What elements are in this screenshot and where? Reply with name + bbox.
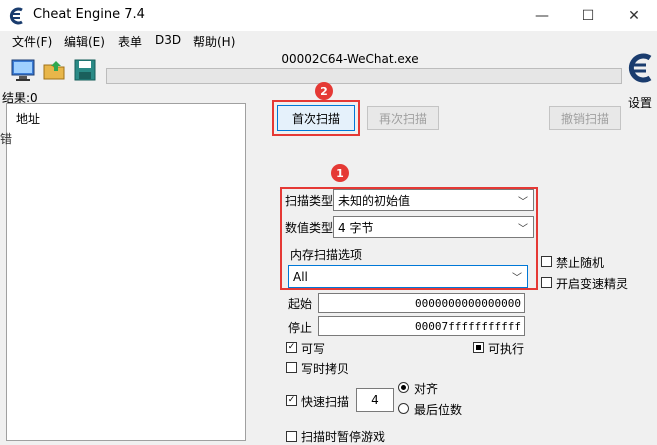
folder-open-icon xyxy=(43,61,65,80)
maximize-button[interactable]: ☐ xyxy=(565,0,611,31)
menu-edit[interactable]: 编辑(E) xyxy=(64,33,105,50)
annotation-badge-1: 1 xyxy=(331,164,349,182)
scan-progress-bar xyxy=(106,68,622,84)
executable-label: 可执行 xyxy=(488,342,525,356)
window-title: Cheat Engine 7.4 xyxy=(33,7,145,22)
annotation-badge-2: 2 xyxy=(315,82,333,100)
start-address-input[interactable]: 0000000000000000 xyxy=(318,293,525,313)
next-scan-button[interactable]: 再次扫描 xyxy=(367,106,439,130)
memory-region-select[interactable]: All ﹀ xyxy=(288,265,528,288)
chevron-down-icon: ﹀ xyxy=(518,224,528,235)
open-file-button[interactable] xyxy=(40,55,70,85)
computer-icon xyxy=(11,59,35,81)
chevron-down-icon: ﹀ xyxy=(512,273,522,284)
chevron-down-icon: ﹀ xyxy=(518,197,528,208)
close-button[interactable]: ✕ xyxy=(611,0,657,31)
stop-address-input[interactable]: 00007fffffffffff xyxy=(318,316,525,336)
start-label: 起始 xyxy=(288,297,313,311)
pause-game-label: 扫描时暂停游戏 xyxy=(301,430,386,444)
fast-scan-value-input[interactable]: 4 xyxy=(356,388,394,412)
scan-type-value: 未知的初始值 xyxy=(338,193,411,208)
writable-label: 可写 xyxy=(301,342,326,356)
save-button[interactable] xyxy=(70,55,100,85)
align-radio[interactable] xyxy=(398,382,409,393)
menu-file[interactable]: 文件(F) xyxy=(12,33,52,50)
menu-table[interactable]: 表单 xyxy=(118,33,142,50)
menu-d3d[interactable]: D3D xyxy=(155,33,181,47)
disable-random-label: 禁止随机 xyxy=(556,256,605,270)
memory-region-value: All xyxy=(293,269,308,284)
undo-scan-button[interactable]: 撤销扫描 xyxy=(549,106,621,130)
enable-speedhack-label: 开启变速精灵 xyxy=(556,277,629,291)
cheat-engine-logo-icon[interactable] xyxy=(626,52,654,84)
menu-help[interactable]: 帮助(H) xyxy=(193,33,235,50)
enable-speedhack-checkbox[interactable] xyxy=(541,277,552,288)
stop-label: 停止 xyxy=(288,321,313,335)
copy-on-write-checkbox[interactable] xyxy=(286,362,297,373)
pause-game-checkbox[interactable] xyxy=(286,431,297,442)
value-type-value: 4 字节 xyxy=(338,220,374,235)
left-edge-label: 错 xyxy=(0,132,13,146)
address-column-header[interactable]: 地址 xyxy=(16,110,40,127)
fast-scan-checkbox[interactable]: ✓ xyxy=(286,395,297,406)
last-digits-radio[interactable] xyxy=(398,403,409,414)
last-digits-label: 最后位数 xyxy=(414,403,463,417)
memory-options-label: 内存扫描选项 xyxy=(290,248,363,262)
value-type-select[interactable]: 4 字节 ﹀ xyxy=(333,216,534,238)
minimize-button[interactable]: — xyxy=(519,0,565,31)
scan-type-select[interactable]: 未知的初始值 ﹀ xyxy=(333,189,534,211)
scan-type-label: 扫描类型 xyxy=(285,194,334,208)
first-scan-button[interactable]: 首次扫描 xyxy=(277,105,355,131)
floppy-disk-icon xyxy=(74,59,96,81)
process-name: 00002C64-WeChat.exe xyxy=(281,52,419,66)
fast-scan-label: 快速扫描 xyxy=(301,395,350,409)
align-label: 对齐 xyxy=(414,382,439,396)
value-type-label: 数值类型 xyxy=(285,221,334,235)
executable-checkbox[interactable] xyxy=(473,342,484,353)
cheat-engine-icon xyxy=(8,7,26,25)
disable-random-checkbox[interactable] xyxy=(541,256,552,267)
open-process-button[interactable] xyxy=(8,55,38,85)
settings-label[interactable]: 设置 xyxy=(628,94,652,111)
copy-on-write-label: 写时拷贝 xyxy=(301,362,350,376)
writable-checkbox[interactable]: ✓ xyxy=(286,342,297,353)
address-list[interactable] xyxy=(6,103,246,441)
